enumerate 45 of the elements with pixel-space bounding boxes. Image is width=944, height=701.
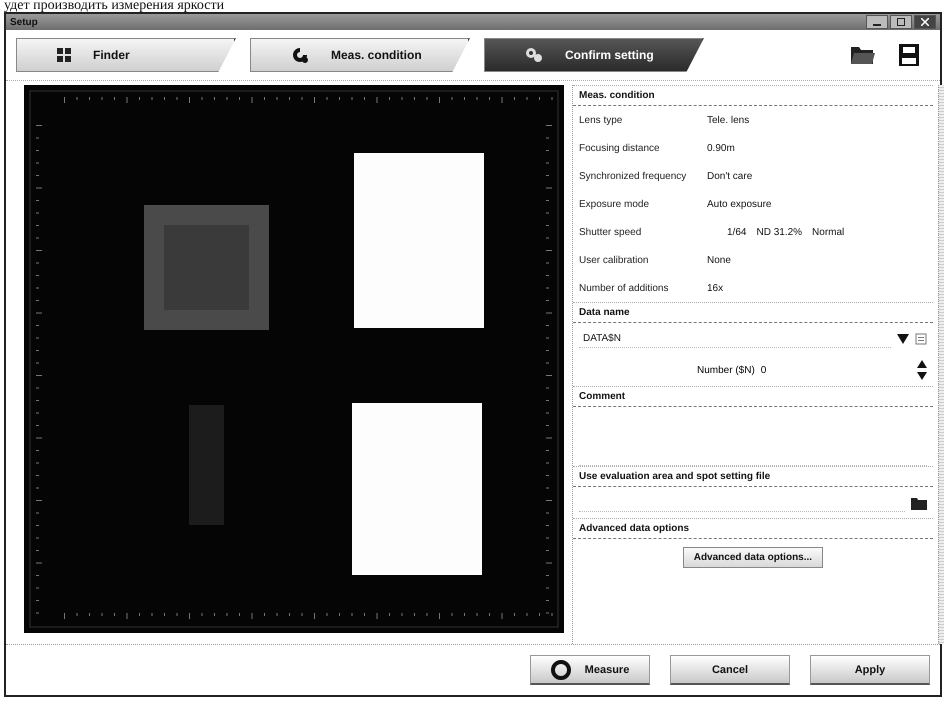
setting-value: None xyxy=(707,254,731,266)
setting-value: Don't care xyxy=(707,170,752,182)
setting-value: 16x xyxy=(707,282,724,294)
dropdown-icon[interactable] xyxy=(896,334,909,344)
setting-label: Shutter speed xyxy=(579,226,642,238)
close-button[interactable] xyxy=(914,15,936,29)
section-title: Advanced data options xyxy=(573,518,933,539)
section-title: Use evaluation area and spot setting file xyxy=(573,466,933,487)
setting-label: User calibration xyxy=(579,254,650,266)
measure-button[interactable]: Measure xyxy=(530,655,650,685)
dialog-button[interactable]: Cancel xyxy=(670,655,790,685)
setting-value: Auto exposure xyxy=(707,198,772,210)
save-icon[interactable] xyxy=(898,43,920,67)
setting-value: 1/64 xyxy=(727,226,746,238)
window-title: Setup xyxy=(10,16,38,28)
setting-value: Tele. lens xyxy=(707,114,750,126)
gears-icon xyxy=(525,47,543,63)
folder-icon[interactable] xyxy=(910,496,927,510)
setting-value: ND 31.2% xyxy=(756,226,802,238)
maximize-icon xyxy=(897,18,905,26)
tab[interactable]: Meas. condition xyxy=(250,38,470,72)
maximize-button[interactable] xyxy=(890,15,912,29)
number-label: Number ($N) xyxy=(697,364,755,376)
tab[interactable]: Finder xyxy=(16,38,236,72)
setting-label: Focusing distance xyxy=(579,142,661,154)
data-name-field[interactable]: DATA$N xyxy=(579,329,891,348)
setting-label: Synchronized frequency xyxy=(579,170,688,182)
grid-icon xyxy=(57,48,71,62)
setting-value: Normal xyxy=(812,226,844,238)
close-icon xyxy=(921,18,929,26)
setting-label: Exposure mode xyxy=(579,198,650,210)
list-icon[interactable] xyxy=(914,332,927,344)
dialog-button[interactable]: Apply xyxy=(810,655,930,685)
spinner-icon[interactable] xyxy=(916,360,927,380)
tab[interactable]: Confirm setting xyxy=(484,38,704,72)
setting-label: Lens type xyxy=(579,114,624,126)
setting-value: 0.90m xyxy=(707,142,735,154)
section-title: Meas. condition xyxy=(573,85,933,106)
section-title: Data name xyxy=(573,302,933,323)
number-field[interactable]: 0 xyxy=(760,362,911,378)
section-title: Comment xyxy=(573,386,933,407)
setting-label: Number of additions xyxy=(579,282,670,294)
advanced-options-button[interactable]: Advanced data options... xyxy=(682,547,824,568)
minimize-button[interactable] xyxy=(866,15,888,29)
document-text: удет производить измерения яркости xyxy=(3,0,226,12)
